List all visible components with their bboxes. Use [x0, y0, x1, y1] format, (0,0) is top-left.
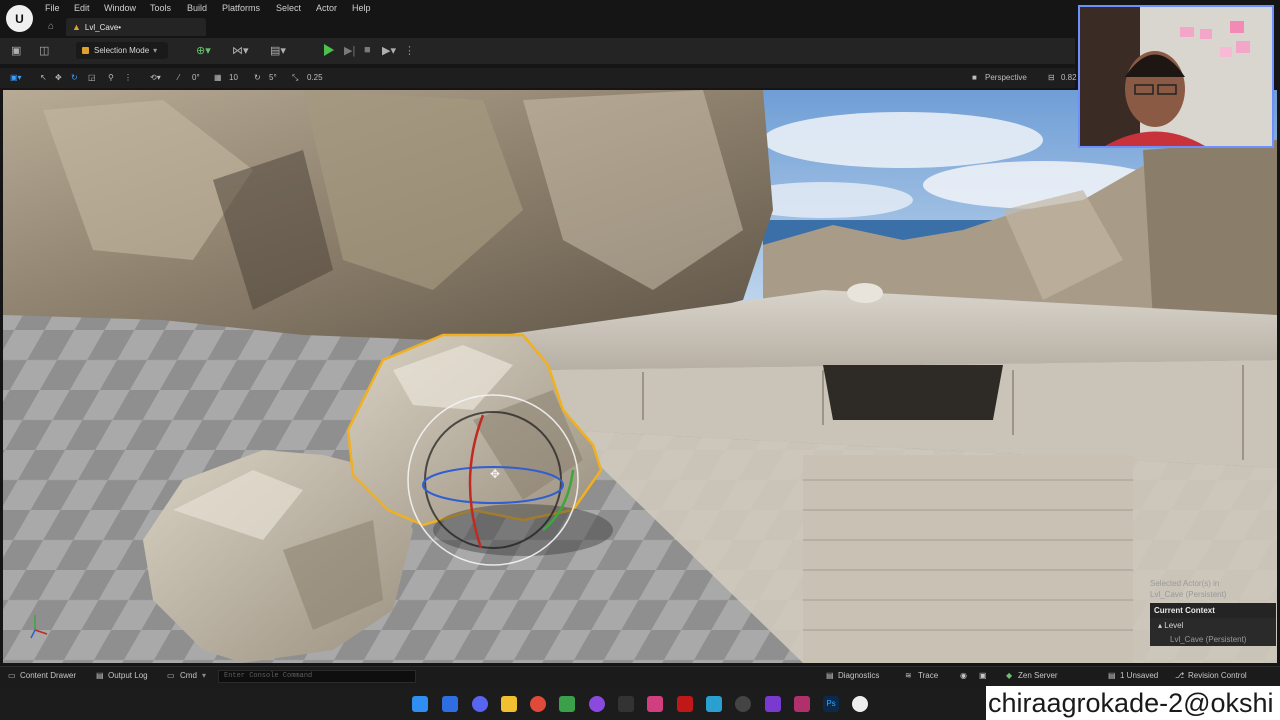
camera-speed-value[interactable]: 0.82 — [1061, 73, 1077, 82]
zen-server-button[interactable]: Zen Server — [1018, 671, 1058, 680]
menu-tools[interactable]: Tools — [150, 3, 171, 13]
angle-snap-value[interactable]: 5° — [269, 73, 277, 82]
viewport-scene: ✥ — [3, 90, 1277, 663]
zen-server-icon: ◆ — [1006, 671, 1013, 680]
camera-icon[interactable]: ■ — [972, 73, 977, 82]
windows-start-icon[interactable] — [412, 696, 428, 712]
console-command-input[interactable]: Enter Console Command — [218, 670, 416, 683]
revision-control-icon: ⎇ — [1175, 671, 1185, 680]
record-icon[interactable]: ◉ — [960, 671, 967, 680]
view-mode-dropdown[interactable]: Perspective — [985, 73, 1027, 82]
level-viewport[interactable]: ✥ — [3, 90, 1277, 663]
trace-icon: ≋ — [905, 671, 912, 680]
selected-actors-label: Selected Actor(s) in — [1150, 579, 1220, 588]
launch-icon[interactable]: ▶▾ — [382, 44, 396, 57]
rotation-snap-value[interactable]: 0° — [192, 73, 200, 82]
svg-text:✥: ✥ — [490, 467, 500, 481]
world-local-icon[interactable]: ⚲ — [108, 73, 114, 82]
obs-icon[interactable] — [735, 696, 751, 712]
webcam-image — [1080, 7, 1272, 146]
chrome-icon[interactable] — [530, 696, 546, 712]
current-context-panel: Selected Actor(s) in Lvl_Cave (Persisten… — [1150, 578, 1276, 654]
stop-icon[interactable]: ■ — [364, 44, 371, 56]
menu-edit[interactable]: Edit — [74, 3, 90, 13]
snipping-tool-icon[interactable] — [647, 696, 663, 712]
acrobat-icon[interactable] — [677, 696, 693, 712]
level-icon: ▲ — [72, 22, 81, 32]
unsaved-icon: ▤ — [1108, 671, 1116, 680]
more-options-icon[interactable]: ⋮ — [124, 73, 132, 82]
translate-tool-icon[interactable]: ✥ — [55, 73, 62, 82]
viewport-options-icon[interactable]: ▣▾ — [10, 73, 22, 82]
unreal-logo-icon[interactable]: U — [6, 5, 33, 32]
context-level-value[interactable]: Lvl_Cave (Persistent) — [1150, 633, 1276, 646]
menu-select[interactable]: Select — [276, 3, 301, 13]
output-log-icon: ▤ — [96, 671, 104, 680]
current-context-title: Current Context — [1154, 606, 1215, 615]
level-tab-label: Lvl_Cave• — [84, 22, 122, 32]
rider-icon[interactable] — [794, 696, 810, 712]
photoshop-icon[interactable]: Ps — [823, 696, 839, 712]
calculator-icon[interactable] — [706, 696, 722, 712]
selection-mode-icon — [82, 47, 89, 54]
step-icon[interactable]: ▶| — [344, 44, 355, 57]
scale-tool-icon[interactable]: ◲ — [88, 73, 96, 82]
chevron-down-icon[interactable]: ▾ — [202, 671, 206, 680]
watermark-text: chiraagrokade-2@okshi — [986, 686, 1280, 720]
grid-snap-icon[interactable]: ▦ — [214, 73, 222, 82]
unsaved-button[interactable]: 1 Unsaved — [1120, 671, 1158, 680]
terminal-icon[interactable] — [618, 696, 634, 712]
cmd-icon: ▭ — [167, 671, 175, 680]
cinematics-icon[interactable]: ▤▾ — [270, 44, 286, 57]
context-level-label: Level — [1164, 621, 1184, 630]
discord-icon[interactable] — [472, 696, 488, 712]
viewport-toolbar — [0, 68, 1075, 88]
unreal-engine-taskbar-icon[interactable] — [852, 696, 868, 712]
level-tab[interactable]: ▲ Lvl_Cave• — [66, 18, 206, 36]
save-icon[interactable]: ▣ — [11, 44, 21, 57]
diagnostics-icon: ▤ — [826, 671, 834, 680]
menu-help[interactable]: Help — [352, 3, 371, 13]
file-explorer-icon[interactable] — [501, 696, 517, 712]
webcam-overlay — [1078, 5, 1274, 148]
outlook-icon[interactable] — [442, 696, 458, 712]
menu-window[interactable]: Window — [104, 3, 136, 13]
play-button[interactable] — [324, 44, 334, 56]
screenshot-icon[interactable]: ▣ — [979, 671, 987, 680]
scale-snap-icon[interactable]: ⤡ — [292, 73, 298, 83]
content-drawer-icon: ▭ — [8, 671, 16, 680]
notepad-icon[interactable] — [559, 696, 575, 712]
github-icon[interactable] — [589, 696, 605, 712]
home-icon[interactable]: ⌂ — [48, 21, 54, 32]
trace-dropdown[interactable]: Trace — [918, 671, 938, 680]
revision-control-button[interactable]: Revision Control — [1188, 671, 1247, 680]
select-tool-icon[interactable]: ↖ — [40, 73, 47, 82]
surface-snap-icon[interactable]: ⟲▾ — [150, 73, 161, 82]
menu-actor[interactable]: Actor — [316, 3, 337, 13]
grid-snap-value[interactable]: 10 — [229, 73, 238, 82]
selected-actors-level: Lvl_Cave (Persistent) — [1150, 590, 1227, 599]
menu-file[interactable]: File — [45, 3, 60, 13]
output-log-button[interactable]: Output Log — [108, 671, 148, 680]
blueprint-icon[interactable]: ⋈▾ — [232, 44, 249, 57]
current-context-header[interactable]: Current Context — [1150, 603, 1276, 618]
speed-icon[interactable]: ⊟ — [1048, 73, 1055, 82]
add-actor-icon[interactable]: ⊕▾ — [196, 44, 211, 57]
selection-mode-label: Selection Mode — [94, 46, 150, 55]
menu-platforms[interactable]: Platforms — [222, 3, 260, 13]
rotate-tool-icon[interactable]: ↻ — [71, 73, 78, 82]
chevron-down-icon: ▾ — [153, 46, 158, 55]
content-drawer-button[interactable]: Content Drawer — [20, 671, 76, 680]
cmd-dropdown[interactable]: Cmd — [180, 671, 197, 680]
content-browser-icon[interactable]: ◫ — [39, 44, 49, 57]
visual-studio-icon[interactable] — [765, 696, 781, 712]
angle-snap-icon[interactable]: ↻ — [254, 73, 261, 82]
selection-mode-dropdown[interactable]: Selection Mode ▾ — [76, 42, 168, 59]
rotation-snap-icon[interactable]: ⁄ — [178, 73, 179, 82]
more-options-icon[interactable]: ⋮ — [404, 44, 415, 57]
diagnostics-button[interactable]: Diagnostics — [838, 671, 879, 680]
context-level-row[interactable]: ▴ Level — [1150, 618, 1276, 633]
menu-build[interactable]: Build — [187, 3, 207, 13]
scale-snap-value[interactable]: 0.25 — [307, 73, 323, 82]
